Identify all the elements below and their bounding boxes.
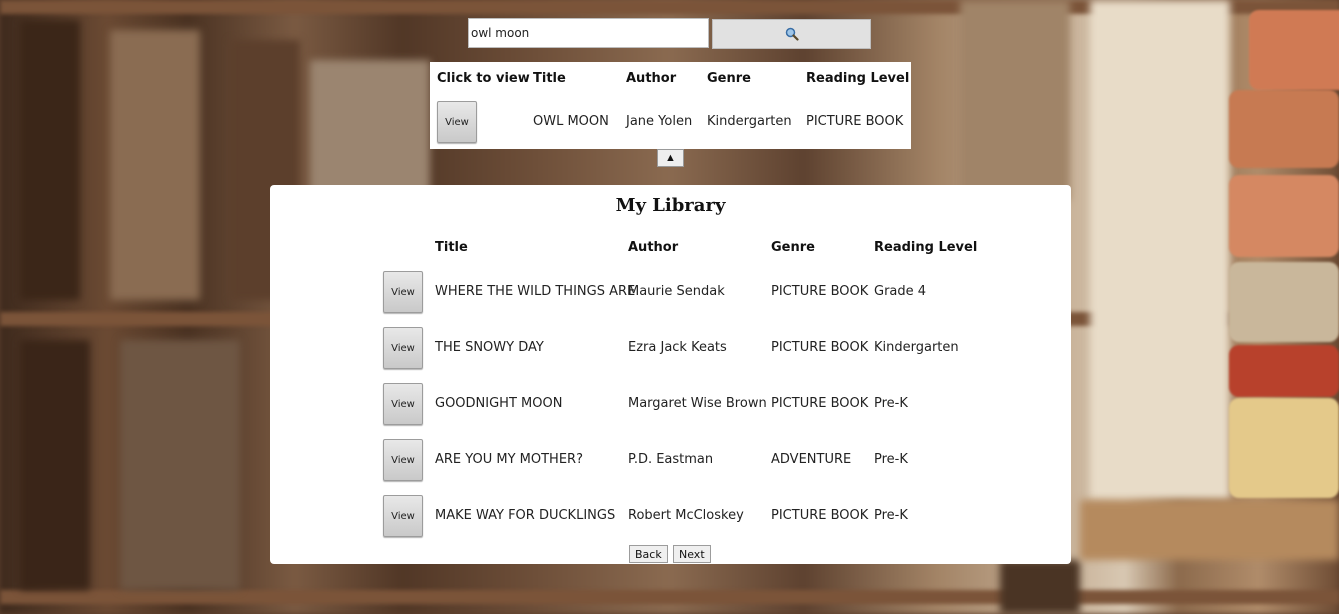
library-row-title: GOODNIGHT MOON <box>435 396 563 411</box>
library-row-genre: PICTURE BOOK <box>771 340 869 355</box>
library-view-button[interactable]: View <box>383 439 423 481</box>
library-header-author: Author <box>628 240 679 255</box>
result-view-button[interactable]: View <box>437 101 477 143</box>
results-header-click-to-view: Click to view <box>437 71 530 86</box>
library-row-genre: ADVENTURE <box>771 452 852 467</box>
library-row-author: P.D. Eastman <box>628 452 714 467</box>
library-row-reading-level: Kindergarten <box>874 340 959 355</box>
magnifier-icon <box>785 27 799 41</box>
search-results-table: Click to view Title Author Genre Reading… <box>430 62 911 149</box>
library-view-button[interactable]: View <box>383 271 423 313</box>
library-row-author: Robert McCloskey <box>628 508 744 523</box>
library-row-genre: PICTURE BOOK <box>771 396 869 411</box>
library-view-button[interactable]: View <box>383 495 423 537</box>
library-row-reading-level: Grade 4 <box>874 284 927 299</box>
library-row-title: THE SNOWY DAY <box>435 340 544 355</box>
result-genre: Kindergarten <box>707 114 792 129</box>
search-input[interactable] <box>468 18 709 48</box>
result-reading-level: PICTURE BOOK <box>806 114 904 129</box>
collapse-results-button[interactable]: ▲ <box>657 149 684 167</box>
library-row-author: Ezra Jack Keats <box>628 340 727 355</box>
library-row-title: MAKE WAY FOR DUCKLINGS <box>435 508 616 523</box>
results-header-reading-level: Reading Level <box>806 71 910 86</box>
result-title: OWL MOON <box>533 114 609 129</box>
library-row-author: Margaret Wise Brown <box>628 396 767 411</box>
library-row-author: Maurie Sendak <box>628 284 725 299</box>
library-row-reading-level: Pre-K <box>874 508 908 523</box>
result-author: Jane Yolen <box>626 114 693 129</box>
library-row-reading-level: Pre-K <box>874 396 908 411</box>
library-view-button[interactable]: View <box>383 383 423 425</box>
library-row-reading-level: Pre-K <box>874 452 908 467</box>
results-header-genre: Genre <box>707 71 751 86</box>
results-header-title: Title <box>533 71 566 86</box>
library-header-genre: Genre <box>771 240 815 255</box>
library-header-title: Title <box>435 240 468 255</box>
search-button[interactable] <box>712 19 871 49</box>
library-header-reading-level: Reading Level <box>874 240 978 255</box>
library-row-title: ARE YOU MY MOTHER? <box>435 452 583 467</box>
library-row-title: WHERE THE WILD THINGS ARE <box>435 284 636 299</box>
page-title: My Library <box>615 195 726 216</box>
results-header-author: Author <box>626 71 677 86</box>
back-button[interactable]: Back <box>629 545 668 563</box>
library-panel: My Library Title Author Genre Reading Le… <box>270 185 1071 564</box>
library-row-genre: PICTURE BOOK <box>771 284 869 299</box>
next-button[interactable]: Next <box>673 545 711 563</box>
library-view-button[interactable]: View <box>383 327 423 369</box>
library-row-genre: PICTURE BOOK <box>771 508 869 523</box>
